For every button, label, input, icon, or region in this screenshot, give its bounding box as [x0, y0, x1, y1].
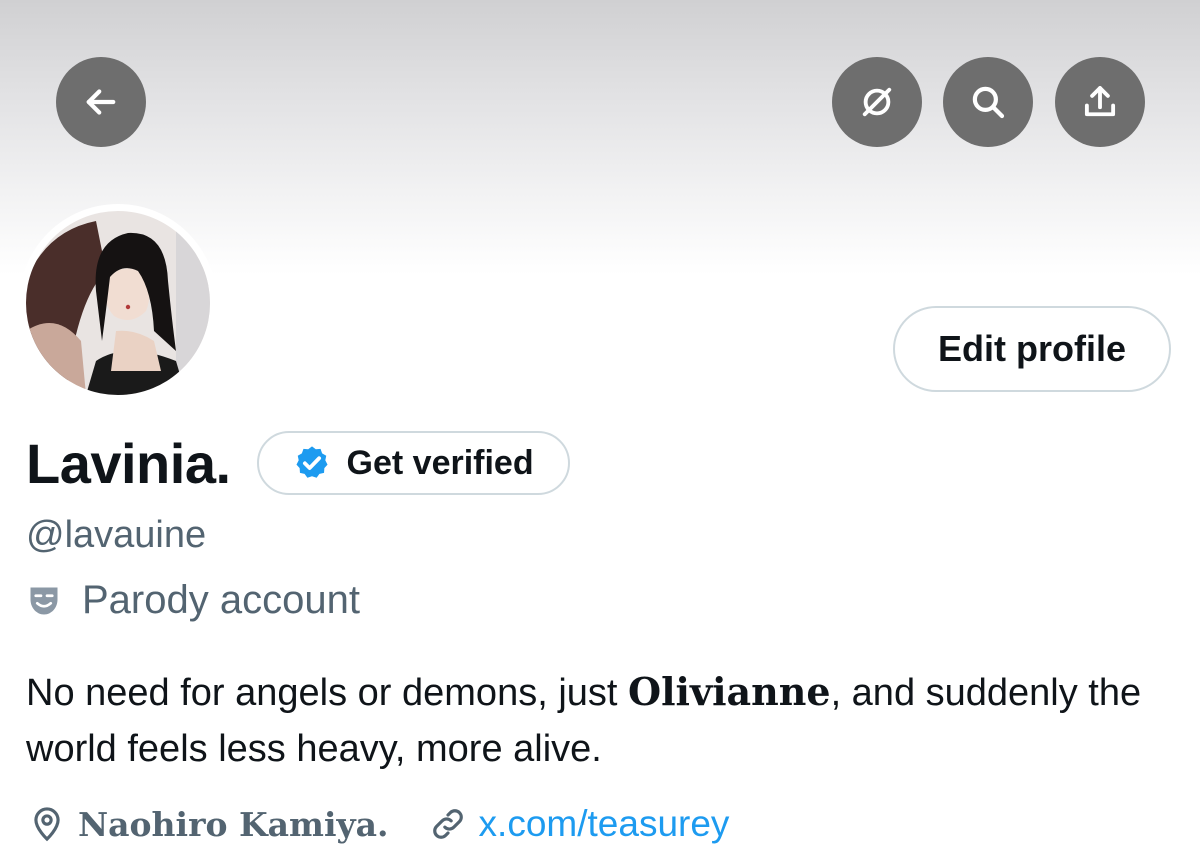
share-button[interactable]	[1055, 57, 1145, 147]
avatar[interactable]	[26, 211, 210, 395]
parody-label-row: Parody account	[26, 578, 360, 623]
location-item: Naohiro Kamiya.	[28, 805, 389, 844]
get-verified-label: Get verified	[346, 443, 534, 482]
display-name: Lavinia.	[26, 431, 231, 495]
website-link-text[interactable]: x.com/teasurey	[479, 803, 730, 845]
profile-bio: No need for angels or demons, just Olivi…	[26, 664, 1156, 777]
verified-badge-icon	[296, 446, 328, 478]
back-button[interactable]	[56, 57, 146, 147]
parody-mask-icon	[30, 587, 58, 614]
avatar-photo	[26, 211, 210, 395]
arrow-left-icon	[86, 89, 116, 115]
user-handle: @lavauine	[26, 514, 207, 556]
location-text: Naohiro Kamiya.	[78, 804, 389, 844]
profile-meta-row: Naohiro Kamiya. x.com/teasurey	[28, 800, 729, 848]
share-upload-icon	[1084, 86, 1116, 117]
search-button[interactable]	[943, 57, 1033, 147]
website-link[interactable]: x.com/teasurey	[429, 803, 730, 845]
edit-profile-button[interactable]: Edit profile	[893, 306, 1171, 392]
bio-bold-name: Olivianne	[628, 669, 831, 714]
grok-icon	[862, 87, 892, 117]
search-icon	[972, 86, 1005, 119]
bio-text-start: No need for angels or demons, just	[26, 672, 629, 714]
grok-button[interactable]	[832, 57, 922, 147]
get-verified-button[interactable]: Get verified	[256, 431, 570, 495]
parody-label: Parody account	[82, 578, 360, 622]
name-row: Lavinia. Get verified	[26, 428, 570, 498]
link-icon	[432, 809, 463, 839]
location-pin-icon	[34, 807, 60, 842]
